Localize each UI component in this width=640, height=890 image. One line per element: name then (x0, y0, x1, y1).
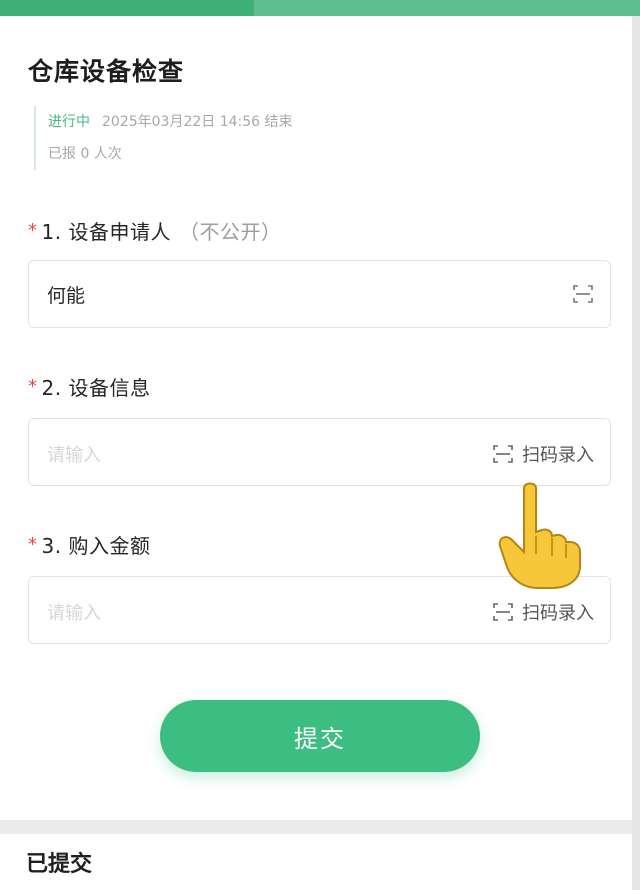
scroll-edge (632, 16, 640, 890)
required-star: * (28, 534, 38, 555)
question-1-note: （不公开） (178, 220, 282, 244)
submitted-panel: 已提交 (0, 834, 632, 890)
device-info-scan-button[interactable]: 扫码录入 (492, 441, 594, 467)
form-meta: 进行中 2025年03月22日 14:56 结束 已报 0 人次 (34, 106, 293, 170)
required-star: * (28, 376, 38, 397)
required-star: * (28, 220, 38, 241)
question-3-label: * 3. 购入金额 (28, 530, 150, 559)
scan-icon[interactable] (572, 283, 594, 305)
device-info-field[interactable]: 请输入 扫码录入 (28, 418, 611, 486)
end-time: 2025年03月22日 14:56 结束 (102, 114, 293, 130)
device-info-placeholder: 请输入 (47, 445, 101, 466)
question-2-text: 2. 设备信息 (41, 376, 151, 400)
question-1-label: * 1. 设备申请人 （不公开） (28, 216, 281, 245)
submit-button[interactable]: 提交 (160, 700, 480, 772)
applicant-value: 何能 (47, 285, 86, 307)
amount-placeholder: 请输入 (47, 603, 101, 624)
scan-icon (493, 603, 513, 621)
submitted-heading: 已提交 (26, 852, 93, 877)
question-3-text: 3. 购入金额 (41, 534, 151, 558)
status-badge: 进行中 (48, 114, 90, 130)
scan-icon (493, 445, 513, 463)
applicant-field[interactable]: 何能 (28, 260, 611, 328)
report-count: 已报 0 人次 (48, 146, 122, 162)
top-bar-highlight (254, 0, 640, 16)
scan-label: 扫码录入 (522, 603, 594, 624)
scan-label: 扫码录入 (522, 445, 594, 466)
status-line: 进行中 2025年03月22日 14:56 结束 (48, 106, 293, 138)
question-2-label: * 2. 设备信息 (28, 372, 150, 401)
form-title: 仓库设备检查 (28, 57, 185, 86)
top-bar (0, 0, 640, 16)
pointing-hand-icon (498, 482, 581, 589)
section-divider (0, 820, 632, 834)
amount-scan-button[interactable]: 扫码录入 (492, 599, 594, 625)
question-1-text: 1. 设备申请人 (41, 220, 171, 244)
